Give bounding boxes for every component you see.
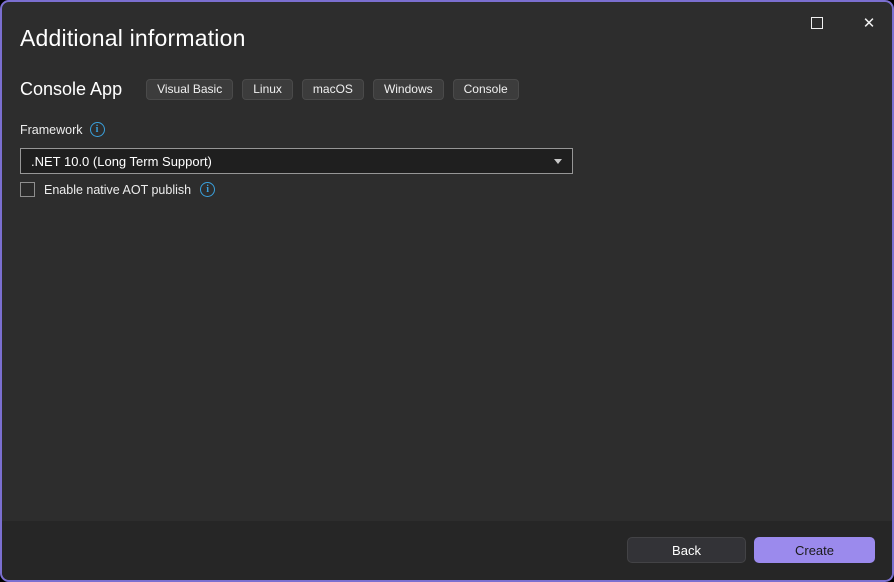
tag-console: Console	[453, 79, 519, 100]
page-title: Additional information	[20, 25, 246, 52]
tag-linux: Linux	[242, 79, 293, 100]
native-aot-row: Enable native AOT publish i	[20, 182, 215, 197]
framework-dropdown[interactable]: .NET 10.0 (Long Term Support)	[20, 148, 573, 174]
back-button[interactable]: Back	[627, 537, 746, 563]
tag-windows: Windows	[373, 79, 444, 100]
additional-information-dialog: ✕ Additional information Console App Vis…	[0, 0, 894, 582]
framework-selected-value: .NET 10.0 (Long Term Support)	[31, 154, 554, 169]
create-button[interactable]: Create	[754, 537, 875, 563]
project-tag-list: Visual Basic Linux macOS Windows Console	[146, 79, 519, 100]
tag-visual-basic: Visual Basic	[146, 79, 233, 100]
framework-label: Framework	[20, 123, 83, 137]
project-row: Console App Visual Basic Linux macOS Win…	[20, 79, 519, 100]
window-controls: ✕	[802, 10, 884, 36]
tag-macos: macOS	[302, 79, 364, 100]
chevron-down-icon	[554, 159, 562, 164]
close-button[interactable]: ✕	[854, 10, 884, 36]
framework-info-icon[interactable]: i	[90, 122, 105, 137]
framework-label-row: Framework i	[20, 122, 105, 137]
dialog-footer: Back Create	[2, 521, 892, 580]
native-aot-info-icon[interactable]: i	[200, 182, 215, 197]
project-type-name: Console App	[20, 79, 122, 100]
native-aot-checkbox[interactable]	[20, 182, 35, 197]
maximize-button[interactable]	[802, 10, 832, 36]
close-icon: ✕	[863, 16, 876, 31]
native-aot-label: Enable native AOT publish	[44, 183, 191, 197]
maximize-icon	[811, 17, 823, 29]
